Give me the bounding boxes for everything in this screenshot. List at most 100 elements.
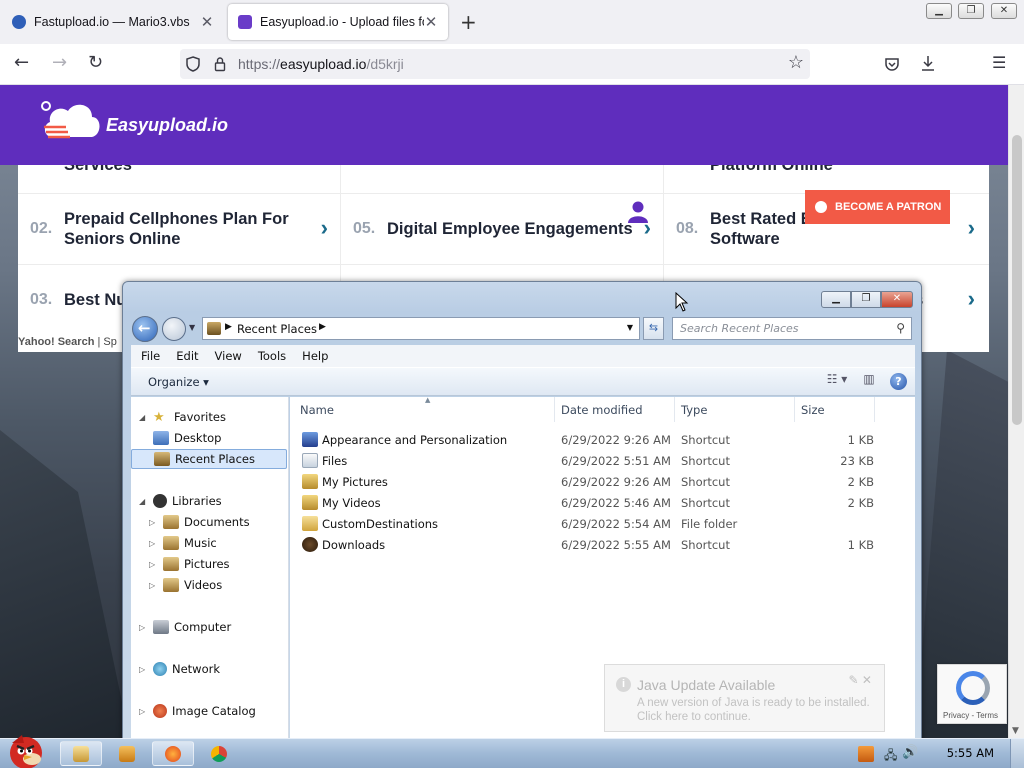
nav-desktop[interactable]: Desktop xyxy=(153,428,221,448)
nav-computer[interactable]: ▷ Computer xyxy=(139,617,231,637)
column-divider[interactable] xyxy=(874,397,875,422)
file-row[interactable]: My Videos 6/29/2022 5:46 AM Shortcut 2 K… xyxy=(290,492,915,513)
expand-triangle-icon[interactable]: ▷ xyxy=(149,518,159,527)
close-window-button[interactable]: ✕ xyxy=(991,3,1017,19)
search-input[interactable]: Search Recent Places ⚲ xyxy=(672,317,912,340)
nav-videos[interactable]: ▷ Videos xyxy=(149,575,222,595)
menu-view[interactable]: View xyxy=(215,349,242,363)
java-update-notification[interactable]: i Java Update Available A new version of… xyxy=(604,664,885,732)
downloads-icon[interactable] xyxy=(920,55,936,72)
scroll-down-icon[interactable]: ▼ xyxy=(1012,726,1019,736)
nav-pictures[interactable]: ▷ Pictures xyxy=(149,554,230,574)
expand-triangle-icon[interactable]: ▷ xyxy=(139,707,149,716)
nav-music[interactable]: ▷ Music xyxy=(149,533,217,553)
recent-pages-dropdown-icon[interactable]: ▼ xyxy=(189,323,195,332)
column-divider[interactable] xyxy=(794,397,795,422)
preview-pane-icon[interactable]: ▥ xyxy=(858,372,880,390)
column-divider[interactable] xyxy=(554,397,555,422)
expand-triangle-icon[interactable]: ▷ xyxy=(149,539,159,548)
nav-recent-places[interactable]: Recent Places xyxy=(131,449,287,469)
taskbar-firefox-button[interactable] xyxy=(152,741,194,766)
column-date-modified[interactable]: Date modified xyxy=(561,403,643,417)
close-tab-icon[interactable]: ✕ xyxy=(424,13,438,31)
taskbar-explorer-button[interactable] xyxy=(60,741,102,766)
nav-network[interactable]: ▷ Network xyxy=(139,659,220,679)
bookmark-star-icon[interactable]: ☆ xyxy=(788,52,804,73)
nav-favorites[interactable]: ◢ ★ Favorites xyxy=(139,407,226,427)
collapse-triangle-icon[interactable]: ◢ xyxy=(139,413,149,422)
tab-easyupload[interactable]: Easyupload.io - Upload files for ✕ xyxy=(228,4,448,40)
menu-edit[interactable]: Edit xyxy=(176,349,198,363)
show-desktop-button[interactable] xyxy=(1010,739,1024,768)
list-item[interactable]: 02. Prepaid Cellphones Plan For Seniors … xyxy=(18,193,341,265)
list-item[interactable]: 05. Digital Employee Engagements › xyxy=(341,193,664,265)
address-dropdown-icon[interactable]: ▼ xyxy=(627,323,633,332)
menu-help[interactable]: Help xyxy=(302,349,328,363)
forward-button[interactable] xyxy=(162,317,186,341)
network-tray-icon[interactable]: 🖧 xyxy=(884,746,897,767)
back-arrow-icon[interactable]: ← xyxy=(14,52,29,73)
java-tray-icon[interactable] xyxy=(858,746,874,762)
taskbar-chrome-button[interactable] xyxy=(198,741,240,766)
chevron-right-icon[interactable]: › xyxy=(321,215,328,241)
collapse-triangle-icon[interactable]: ◢ xyxy=(139,497,149,506)
nav-libraries[interactable]: ◢ Libraries xyxy=(139,491,222,511)
close-button[interactable]: ✕ xyxy=(881,291,913,308)
breadcrumb-arrow-icon[interactable]: ▶ xyxy=(225,322,232,332)
address-bar[interactable]: ▶ Recent Places ▶ ▼ xyxy=(202,317,640,340)
file-row[interactable]: Appearance and Personalization 6/29/2022… xyxy=(290,429,915,450)
scrollbar-thumb[interactable] xyxy=(1012,135,1022,425)
taskbar-media-player-button[interactable] xyxy=(106,741,148,766)
close-notification-icon[interactable]: ✎ ✕ xyxy=(849,673,872,687)
column-name[interactable]: Name xyxy=(300,403,334,417)
shield-icon[interactable] xyxy=(186,56,200,72)
minimize-window-button[interactable]: ▁ xyxy=(926,3,952,19)
expand-triangle-icon[interactable]: ▷ xyxy=(139,665,149,674)
column-divider[interactable] xyxy=(674,397,675,422)
page-scrollbar[interactable]: ▼ xyxy=(1008,85,1024,738)
nav-image-catalog[interactable]: ▷ Image Catalog xyxy=(139,701,256,721)
file-row[interactable]: Files 6/29/2022 5:51 AM Shortcut 23 KB xyxy=(290,450,915,471)
clock[interactable]: 5:55 AM xyxy=(947,746,994,760)
file-row[interactable]: Downloads 6/29/2022 5:55 AM Shortcut 1 K… xyxy=(290,534,915,555)
terms-link[interactable]: Terms xyxy=(976,711,998,720)
breadcrumb-arrow-icon[interactable]: ▶ xyxy=(319,322,326,332)
close-tab-icon[interactable]: ✕ xyxy=(200,13,214,31)
expand-triangle-icon[interactable]: ▷ xyxy=(149,560,159,569)
notification-body[interactable]: A new version of Java is ready to be ins… xyxy=(637,696,877,724)
search-icon[interactable]: ⚲ xyxy=(896,321,905,335)
start-button-angry-bird-icon[interactable] xyxy=(2,729,50,768)
become-patron-button[interactable]: BECOME A PATRON xyxy=(805,190,950,224)
easyupload-logo-icon[interactable] xyxy=(40,97,104,149)
maximize-window-button[interactable]: ❐ xyxy=(958,3,984,19)
tab-fastupload[interactable]: Fastupload.io — Mario3.vbs ✕ xyxy=(2,4,224,40)
nav-documents[interactable]: ▷ Documents xyxy=(149,512,250,532)
file-row[interactable]: CustomDestinations 6/29/2022 5:54 AM Fil… xyxy=(290,513,915,534)
lock-icon[interactable] xyxy=(214,56,226,72)
hamburger-menu-icon[interactable]: ☰ xyxy=(992,53,1006,72)
expand-triangle-icon[interactable]: ▷ xyxy=(139,623,149,632)
back-button[interactable]: ← xyxy=(132,316,158,342)
reload-icon[interactable]: ↻ xyxy=(88,52,103,73)
pocket-icon[interactable] xyxy=(884,56,900,72)
file-row[interactable]: My Pictures 6/29/2022 9:26 AM Shortcut 2… xyxy=(290,471,915,492)
chevron-right-icon[interactable]: › xyxy=(968,215,975,241)
menu-tools[interactable]: Tools xyxy=(258,349,286,363)
organize-button[interactable]: Organize ▾ xyxy=(148,375,209,389)
recaptcha-badge[interactable]: Privacy - Terms xyxy=(937,664,1007,724)
expand-triangle-icon[interactable]: ▷ xyxy=(149,581,159,590)
column-size[interactable]: Size xyxy=(801,403,825,417)
url-bar[interactable]: https://easyupload.io/d5krji ☆ xyxy=(180,49,810,79)
logo-text[interactable]: Easyupload.io xyxy=(106,115,228,136)
minimize-button[interactable]: ▁ xyxy=(821,291,851,308)
notification-line2[interactable]: Click here to continue. xyxy=(637,710,877,724)
privacy-link[interactable]: Privacy xyxy=(943,711,969,720)
chevron-right-icon[interactable]: › xyxy=(968,286,975,312)
new-tab-button[interactable]: + xyxy=(460,10,477,34)
refresh-button[interactable]: ⇆ xyxy=(643,317,664,340)
menu-file[interactable]: File xyxy=(141,349,160,363)
breadcrumb[interactable]: Recent Places xyxy=(237,322,317,336)
volume-tray-icon[interactable]: 🔊 xyxy=(902,745,918,760)
help-icon[interactable]: ? xyxy=(890,372,907,390)
column-type[interactable]: Type xyxy=(681,403,707,417)
